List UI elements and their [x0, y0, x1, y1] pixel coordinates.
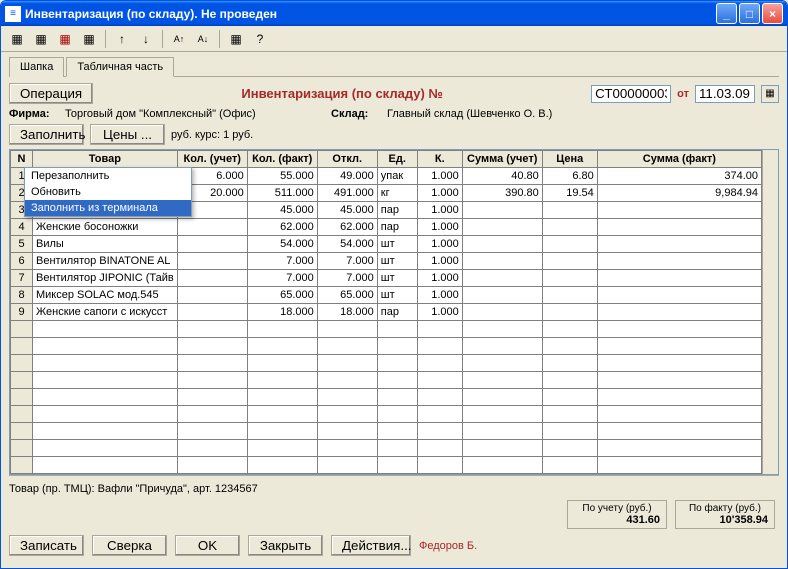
dropdown-fill-terminal[interactable]: Заполнить из терминала — [25, 200, 191, 216]
calendar-icon[interactable]: ▦ — [761, 85, 779, 103]
col-summa-fakt[interactable]: Сумма (факт) — [597, 151, 761, 168]
toolbar-sort-asc-icon[interactable]: A↑ — [169, 29, 189, 49]
total-uchet: По учету (руб.) 431.60 — [567, 500, 667, 529]
fill-button[interactable]: Заполнить — [9, 124, 84, 145]
table-row-empty[interactable] — [11, 355, 762, 372]
col-summa-uchet[interactable]: Сумма (учет) — [462, 151, 542, 168]
close-button[interactable]: × — [762, 3, 783, 24]
table-row-empty[interactable] — [11, 457, 762, 474]
toolbar-sort-desc-icon[interactable]: A↓ — [193, 29, 213, 49]
toolbar-btn-4[interactable]: ▦ — [79, 29, 99, 49]
toolbar-btn-3[interactable]: ▦ — [55, 29, 75, 49]
maximize-button[interactable]: □ — [739, 3, 760, 24]
fill-dropdown-menu: Перезаполнить Обновить Заполнить из терм… — [24, 167, 192, 217]
toolbar-help-icon[interactable]: ? — [250, 29, 270, 49]
col-kol-fakt[interactable]: Кол. (факт) — [247, 151, 317, 168]
doc-number-input[interactable] — [591, 85, 671, 103]
table-row-empty[interactable] — [11, 440, 762, 457]
ok-button[interactable]: OK — [175, 535, 240, 556]
user-name: Федоров Б. — [419, 540, 477, 552]
toolbar-up-icon[interactable]: ↑ — [112, 29, 132, 49]
doc-heading: Инвентаризация (по складу) № — [99, 86, 585, 101]
col-cena[interactable]: Цена — [542, 151, 597, 168]
table-row-empty[interactable] — [11, 389, 762, 406]
app-window: ≡ Инвентаризация (по складу). Не проведе… — [0, 0, 788, 569]
table-row-empty[interactable] — [11, 372, 762, 389]
table-row-empty[interactable] — [11, 423, 762, 440]
table-row[interactable]: 8Миксер SOLAC мод.54565.00065.000шт1.000 — [11, 287, 762, 304]
dropdown-refill[interactable]: Перезаполнить — [25, 168, 191, 184]
operation-button[interactable]: Операция — [9, 83, 93, 104]
rate-text: руб. курс: 1 руб. — [171, 129, 253, 141]
prices-button[interactable]: Цены ... — [90, 124, 165, 145]
tab-header[interactable]: Шапка — [9, 57, 64, 77]
save-button[interactable]: Записать — [9, 535, 84, 556]
status-text: Товар (пр. ТМЦ): Вафли "Причуда", арт. 1… — [9, 480, 779, 498]
table-row[interactable]: 9Женские сапоги с искусст18.00018.000пар… — [11, 304, 762, 321]
table-row[interactable]: 7Вентилятор JIPONIC (Тайв7.0007.000шт1.0… — [11, 270, 762, 287]
titlebar[interactable]: ≡ Инвентаризация (по складу). Не проведе… — [1, 1, 787, 26]
toolbar-down-icon[interactable]: ↓ — [136, 29, 156, 49]
date-label: от — [677, 88, 689, 100]
firm-value: Торговый дом "Комплексный" (Офис) — [65, 108, 325, 120]
actions-button[interactable]: Действия... — [331, 535, 411, 556]
total-fakt: По факту (руб.) 10'358.94 — [675, 500, 775, 529]
table-row[interactable]: 4Женские босоножки62.00062.000пар1.000 — [11, 219, 762, 236]
minimize-button[interactable]: _ — [716, 3, 737, 24]
firm-label: Фирма: — [9, 108, 59, 120]
table-row-empty[interactable] — [11, 338, 762, 355]
sklad-value: Главный склад (Шевченко О. В.) — [387, 108, 552, 120]
sklad-label: Склад: — [331, 108, 381, 120]
table-row-empty[interactable] — [11, 321, 762, 338]
toolbar-btn-1[interactable]: ▦ — [7, 29, 27, 49]
toolbar: ▦ ▦ ▦ ▦ ↑ ↓ A↑ A↓ ▦ ? — [1, 26, 787, 52]
col-ed[interactable]: Ед. — [377, 151, 417, 168]
app-icon: ≡ — [5, 6, 21, 22]
table-row[interactable]: 5Вилы54.00054.000шт1.000 — [11, 236, 762, 253]
table-row[interactable]: 6Вентилятор BINATONE AL7.0007.000шт1.000 — [11, 253, 762, 270]
window-title: Инвентаризация (по складу). Не проведен — [25, 7, 716, 21]
table-row-empty[interactable] — [11, 406, 762, 423]
close-form-button[interactable]: Закрыть — [248, 535, 323, 556]
sverka-button[interactable]: Сверка — [92, 535, 167, 556]
tabs: Шапка Табличная часть — [9, 56, 779, 77]
col-otkl[interactable]: Откл. — [317, 151, 377, 168]
vertical-scrollbar[interactable] — [762, 150, 778, 474]
toolbar-btn-9[interactable]: ▦ — [226, 29, 246, 49]
dropdown-refresh[interactable]: Обновить — [25, 184, 191, 200]
col-k[interactable]: К. — [417, 151, 462, 168]
col-kol-uchet[interactable]: Кол. (учет) — [177, 151, 247, 168]
col-tovar[interactable]: Товар — [33, 151, 178, 168]
date-input[interactable] — [695, 85, 755, 103]
toolbar-btn-2[interactable]: ▦ — [31, 29, 51, 49]
col-n[interactable]: N — [11, 151, 33, 168]
tab-tablepart[interactable]: Табличная часть — [66, 57, 174, 77]
